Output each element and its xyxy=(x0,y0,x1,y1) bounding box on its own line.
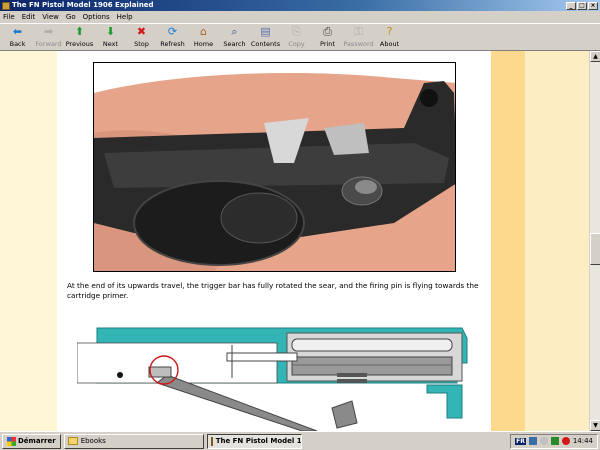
toolbar-button-label: Home xyxy=(193,40,214,48)
minimize-button[interactable]: _ xyxy=(566,1,576,10)
stop-button[interactable]: ✖ Stop xyxy=(126,24,157,48)
toolbar-button-label: Back xyxy=(9,40,26,48)
start-label: Démarrer xyxy=(18,437,56,445)
search-button[interactable]: ⌕ Search xyxy=(219,24,250,48)
clock: 14:44 xyxy=(572,437,593,445)
right-outer-band xyxy=(525,51,589,431)
home-icon: ⌂ xyxy=(200,25,207,38)
content-area: At the end of its upwards travel, the tr… xyxy=(0,51,589,431)
document-icon xyxy=(210,436,213,446)
maximize-button[interactable]: □ xyxy=(577,1,587,10)
toolbar-button-label: Refresh xyxy=(160,40,185,48)
print-button[interactable]: ⎙ Print xyxy=(312,24,343,48)
diagram-drawing xyxy=(76,327,468,431)
taskbar-item-label: Ebooks xyxy=(80,437,106,445)
app-icon xyxy=(2,1,10,10)
toolbar: ⬅ Back ➡ Forward ⬆ Previous ⬇ Next ✖ Stop ⟳ Refresh… xyxy=(0,23,600,51)
pistol-mechanism-photo xyxy=(93,62,456,272)
home-button[interactable]: ⌂ Home xyxy=(188,24,219,48)
back-arrow-icon: ⬅ xyxy=(12,25,23,38)
document-page: At the end of its upwards travel, the tr… xyxy=(57,51,491,431)
toolbar-button-label: Stop xyxy=(134,40,149,48)
taskbar-item-fn-pistol[interactable]: The FN Pistol Model 19... xyxy=(206,433,302,449)
copy-icon: ⎘ xyxy=(292,25,301,38)
toolbar-button-label: Search xyxy=(223,40,246,48)
mechanism-diagram xyxy=(76,323,477,431)
network-icon[interactable] xyxy=(528,437,537,445)
down-arrow-icon: ⬇ xyxy=(105,25,116,38)
system-tray: FR 14:44 xyxy=(510,433,598,449)
start-button[interactable]: Démarrer xyxy=(2,433,61,449)
menu-go[interactable]: Go xyxy=(66,13,76,21)
vertical-scrollbar[interactable]: ▲ ▼ xyxy=(589,51,600,431)
scroll-thumb[interactable] xyxy=(590,233,600,265)
left-margin-band xyxy=(0,51,57,431)
toolbar-button-label: Next xyxy=(102,40,119,48)
right-margin-band xyxy=(491,51,525,431)
toolbar-button-label: About xyxy=(379,40,400,48)
forward-button[interactable]: ➡ Forward xyxy=(33,24,64,48)
window-title: The FN Pistol Model 1906 Explained xyxy=(12,1,154,9)
next-button[interactable]: ⬇ Next xyxy=(95,24,126,48)
search-icon: ⌕ xyxy=(231,25,238,38)
menu-bar: File Edit View Go Options Help xyxy=(0,11,600,22)
contents-button[interactable]: ▤ Contents xyxy=(250,24,281,48)
refresh-icon: ⟳ xyxy=(167,25,178,38)
menu-options[interactable]: Options xyxy=(83,13,110,21)
alert-icon[interactable] xyxy=(561,437,570,445)
previous-button[interactable]: ⬆ Previous xyxy=(64,24,95,48)
refresh-button[interactable]: ⟳ Refresh xyxy=(157,24,188,48)
figure-caption: At the end of its upwards travel, the tr… xyxy=(67,281,479,300)
toolbar-button-label: Password xyxy=(343,40,374,48)
print-icon: ⎙ xyxy=(323,25,332,38)
forward-arrow-icon: ➡ xyxy=(43,25,54,38)
toolbar-button-label: Print xyxy=(320,40,335,48)
scroll-down-arrow-icon[interactable]: ▼ xyxy=(590,420,600,431)
title-bar: The FN Pistol Model 1906 Explained _ □ × xyxy=(0,0,600,11)
key-icon: ⚿ xyxy=(354,25,363,38)
menu-view[interactable]: View xyxy=(42,13,59,21)
stop-icon: ✖ xyxy=(136,25,147,38)
toolbar-button-label: Forward xyxy=(35,40,62,48)
menu-help[interactable]: Help xyxy=(117,13,133,21)
toolbar-button-label: Contents xyxy=(250,40,281,48)
scroll-up-arrow-icon[interactable]: ▲ xyxy=(590,51,600,62)
copy-button[interactable]: ⎘ Copy xyxy=(281,24,312,48)
up-arrow-icon: ⬆ xyxy=(74,25,85,38)
toolbar-button-label: Copy xyxy=(288,40,305,48)
menu-edit[interactable]: Edit xyxy=(22,13,36,21)
back-button[interactable]: ⬅ Back xyxy=(2,24,33,48)
about-icon: ? xyxy=(386,25,393,38)
shield-icon[interactable] xyxy=(550,437,559,445)
about-button[interactable]: ? About xyxy=(374,24,405,48)
pistol-photo-drawing xyxy=(94,63,455,271)
password-button[interactable]: ⚿ Password xyxy=(343,24,374,48)
volume-icon[interactable] xyxy=(539,437,548,445)
taskbar-item-label: The FN Pistol Model 19... xyxy=(215,437,302,445)
language-indicator[interactable]: FR xyxy=(515,437,526,445)
taskbar-item-ebooks[interactable]: Ebooks xyxy=(63,433,204,449)
folder-icon xyxy=(67,437,78,445)
close-button[interactable]: × xyxy=(588,1,598,10)
windows-logo-icon xyxy=(7,436,16,446)
contents-icon: ▤ xyxy=(260,25,271,38)
taskbar: Démarrer Ebooks The FN Pistol Model 19..… xyxy=(0,431,600,450)
menu-file[interactable]: File xyxy=(3,13,15,21)
toolbar-button-label: Previous xyxy=(65,40,94,48)
